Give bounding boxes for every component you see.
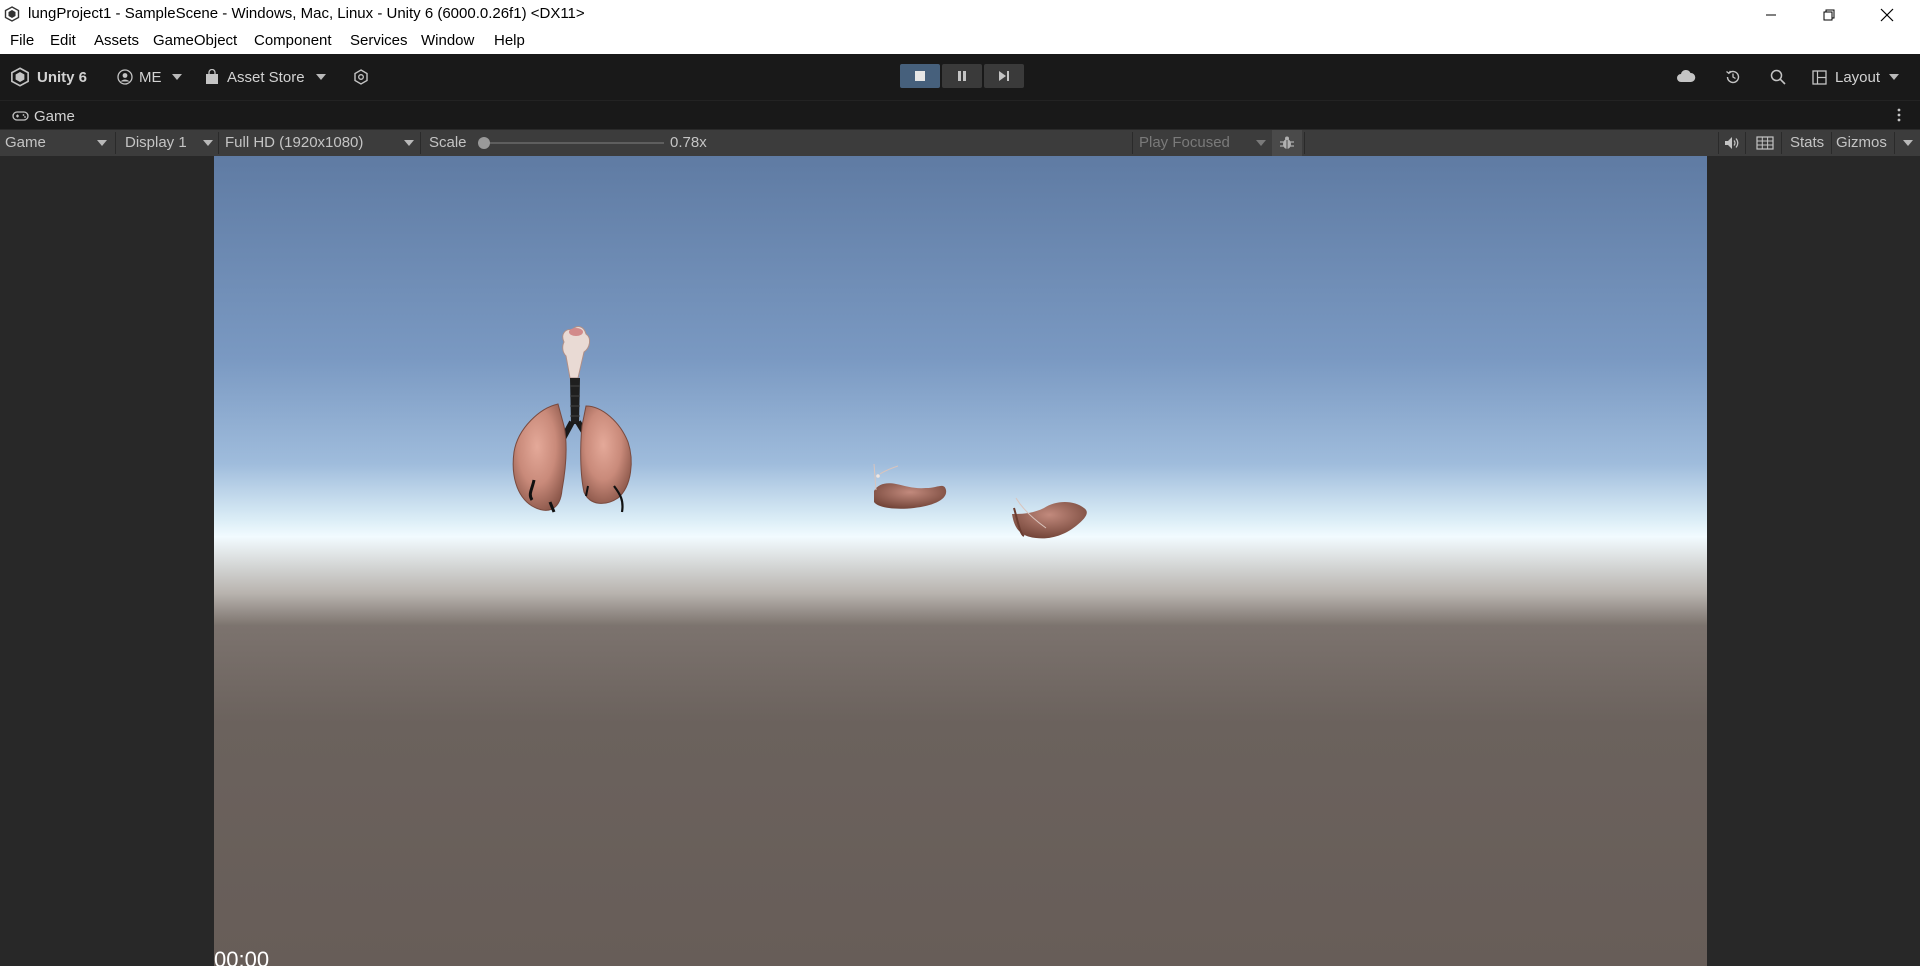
chevron-down-icon xyxy=(171,73,183,81)
game-tab-bar: Game xyxy=(0,100,1920,130)
menu-services[interactable]: Services xyxy=(350,32,408,49)
gizmos-dropdown-button[interactable] xyxy=(1902,140,1914,148)
account-dropdown[interactable]: ME xyxy=(117,66,183,88)
step-button[interactable] xyxy=(984,64,1024,88)
play-focused-label: Play Focused xyxy=(1139,134,1230,151)
unity-logo-icon xyxy=(4,6,20,22)
chevron-down-icon xyxy=(315,73,327,81)
account-icon xyxy=(117,69,133,85)
lung-fragment-model[interactable] xyxy=(873,463,947,509)
tab-options-button[interactable] xyxy=(1897,107,1901,128)
package-icon xyxy=(354,69,368,85)
window-title-bar: lungProject1 - SampleScene - Windows, Ma… xyxy=(0,0,1920,29)
account-label: ME xyxy=(139,68,162,86)
chevron-down-icon xyxy=(97,140,107,146)
layout-label: Layout xyxy=(1835,68,1881,86)
restore-icon xyxy=(1823,9,1835,20)
asset-store-dropdown[interactable]: Asset Store xyxy=(205,66,327,88)
chevron-down-icon xyxy=(203,140,213,146)
close-button[interactable] xyxy=(1858,0,1916,29)
display-label: Display 1 xyxy=(125,134,187,151)
close-icon xyxy=(1880,8,1894,21)
minimize-button[interactable] xyxy=(1742,0,1800,29)
grid-icon xyxy=(1756,136,1774,150)
menu-gameobject[interactable]: GameObject xyxy=(153,32,237,49)
more-vertical-icon xyxy=(1897,108,1901,122)
unity-logo-icon xyxy=(11,67,29,87)
tab-game-label: Game xyxy=(34,107,75,125)
view-mode-dropdown[interactable]: Game xyxy=(5,130,111,156)
scale-value: 0.78x xyxy=(670,134,707,151)
cloud-button[interactable] xyxy=(1676,69,1696,88)
menu-component[interactable]: Component xyxy=(254,32,332,49)
bug-icon xyxy=(1280,136,1294,149)
menu-edit[interactable]: Edit xyxy=(50,32,76,49)
scale-slider-thumb[interactable] xyxy=(478,137,490,149)
debug-toggle[interactable] xyxy=(1272,130,1302,156)
mute-audio-button[interactable] xyxy=(1724,135,1740,156)
chevron-down-icon xyxy=(404,140,414,146)
search-icon xyxy=(1770,69,1786,85)
layout-icon xyxy=(1812,69,1827,85)
chevron-down-icon xyxy=(1256,140,1266,146)
resolution-dropdown[interactable]: Full HD (1920x1080) xyxy=(225,130,415,156)
stats-button[interactable]: Stats xyxy=(1790,130,1824,156)
resolution-label: Full HD (1920x1080) xyxy=(225,134,364,151)
lungs-model[interactable] xyxy=(512,326,632,513)
play-focused-dropdown[interactable]: Play Focused xyxy=(1139,130,1267,156)
history-icon xyxy=(1726,70,1740,84)
main-toolbar: Unity 6 ME Asset Store Layout xyxy=(0,54,1920,100)
menu-file[interactable]: File xyxy=(10,32,34,49)
view-mode-label: Game xyxy=(5,134,46,151)
minimize-icon xyxy=(1766,14,1776,15)
unity-version-button[interactable]: Unity 6 xyxy=(10,66,87,88)
gamepad-icon xyxy=(12,111,29,121)
package-manager-button[interactable] xyxy=(353,69,369,90)
game-viewport[interactable]: 00:00 xyxy=(214,156,1707,966)
display-dropdown[interactable]: Display 1 xyxy=(125,130,215,156)
menu-window[interactable]: Window xyxy=(421,32,474,49)
lung-fragment-model[interactable] xyxy=(1012,497,1087,539)
timer-overlay: 00:00 xyxy=(214,947,270,966)
asset-store-label: Asset Store xyxy=(227,68,305,86)
chevron-down-icon xyxy=(1903,140,1913,146)
play-button[interactable] xyxy=(900,64,940,88)
menu-bar: File Edit Assets GameObject Component Se… xyxy=(0,29,1920,55)
chevron-down-icon xyxy=(1888,73,1900,81)
scale-label: Scale xyxy=(429,134,467,151)
unity-version-label: Unity 6 xyxy=(37,68,88,86)
scale-slider[interactable] xyxy=(478,137,664,149)
layout-dropdown[interactable]: Layout xyxy=(1812,66,1900,88)
tab-game[interactable]: Game xyxy=(12,106,75,126)
search-button[interactable] xyxy=(1769,68,1787,91)
pause-button[interactable] xyxy=(942,64,982,88)
keyboard-shortcuts-button[interactable] xyxy=(1756,136,1774,155)
restore-button[interactable] xyxy=(1800,0,1858,29)
stop-icon xyxy=(915,71,925,81)
scene-render xyxy=(512,326,1087,539)
pause-icon xyxy=(958,71,966,81)
gizmos-button[interactable]: Gizmos xyxy=(1836,130,1887,156)
game-controls-bar: Game Display 1 Full HD (1920x1080) Scale… xyxy=(0,129,1920,157)
window-title: lungProject1 - SampleScene - Windows, Ma… xyxy=(28,5,585,22)
speaker-icon xyxy=(1725,137,1739,149)
step-icon xyxy=(999,71,1009,81)
cloud-icon xyxy=(1677,69,1696,82)
scale-slider-track xyxy=(478,142,664,144)
menu-help[interactable]: Help xyxy=(494,32,525,49)
menu-assets[interactable]: Assets xyxy=(94,32,139,49)
shopping-bag-icon xyxy=(206,69,218,84)
play-controls xyxy=(900,64,1026,88)
history-button[interactable] xyxy=(1724,68,1742,91)
